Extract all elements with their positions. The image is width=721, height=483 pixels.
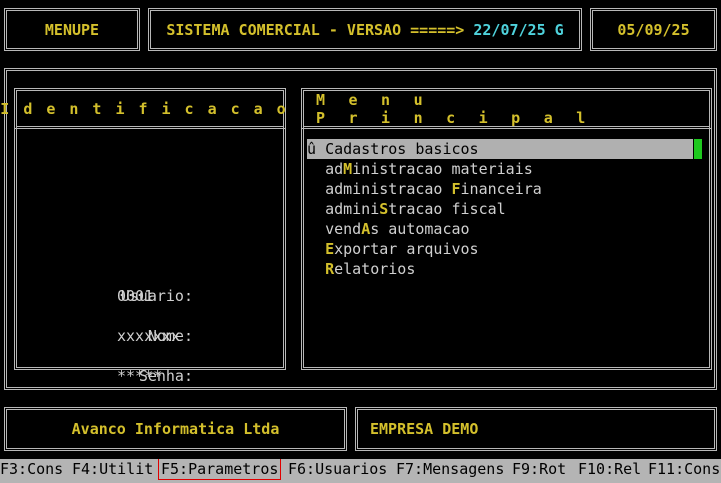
system-title-box: SISTEMA COMERCIAL - VERSAO =====> 22/07/… xyxy=(148,8,582,51)
function-key-f9[interactable]: F9:Rot xyxy=(512,459,566,479)
menu-item-hotkey: S xyxy=(379,200,389,218)
menu-item-text: administracao xyxy=(325,180,452,198)
menu-item-hotkey: C xyxy=(325,140,335,158)
company-name: Avanco Informatica Ltda xyxy=(71,420,280,438)
menu-item-prefix xyxy=(307,180,325,198)
program-name-box: MENUPE xyxy=(4,8,140,51)
nome-value[interactable]: xxxxxxx xyxy=(117,327,180,345)
menu-item-text: xportar arquivos xyxy=(334,240,479,258)
menu-item-text: adastros basicos xyxy=(334,140,479,158)
menu-item-text: admini xyxy=(325,200,380,218)
system-title: SISTEMA COMERCIAL - VERSAO =====> xyxy=(166,20,465,39)
menu-title: Menu Principal xyxy=(316,90,609,127)
menu-item-hotkey: M xyxy=(343,160,353,178)
identification-panel: Usuario: 0001 Nome: xxxxxxx Senha: ***** xyxy=(14,127,286,385)
menu-item-text: tracao fiscal xyxy=(388,200,506,218)
current-date: 05/09/25 xyxy=(617,20,690,39)
empresa-name: EMPRESA DEMO xyxy=(370,420,479,438)
menu-item-4[interactable]: vendAs automacao xyxy=(307,219,470,239)
date-box: 05/09/25 xyxy=(590,8,717,51)
menu-item-prefix xyxy=(307,220,325,238)
program-name: MENUPE xyxy=(44,20,100,39)
function-key-f5[interactable]: F5:Parametros xyxy=(158,459,282,480)
menu-item-hotkey: E xyxy=(325,240,335,258)
function-key-f4[interactable]: F4:Utilit xyxy=(72,459,153,479)
empresa-box: EMPRESA DEMO xyxy=(355,407,717,451)
menu-item-text: ad xyxy=(325,160,344,178)
menu-item-text: inanceira xyxy=(460,180,542,198)
menu-item-2[interactable]: administracao Financeira xyxy=(307,179,542,199)
menu-item-6[interactable]: Relatorios xyxy=(307,259,415,279)
function-key-f3[interactable]: F3:Cons xyxy=(0,459,63,479)
menu-title-box: Menu Principal xyxy=(301,88,712,129)
version-label: 22/07/25 G xyxy=(473,20,564,39)
menu-item-prefix xyxy=(307,260,325,278)
scroll-cursor xyxy=(694,139,702,159)
menu-item-prefix xyxy=(307,240,325,258)
function-key-bar: F3:Cons F4:Utilit F5:Parametros F6:Usuarios… xyxy=(0,459,721,483)
menu-item-text: elatorios xyxy=(334,260,416,278)
function-key-f10[interactable]: F10:Rel xyxy=(578,459,641,479)
company-box: Avanco Informatica Ltda xyxy=(4,407,347,451)
menu-item-1[interactable]: adMinistracao materiais xyxy=(307,159,533,179)
menu-item-text: s automacao xyxy=(370,220,470,238)
menu-item-text: vend xyxy=(325,220,362,238)
menu-item-hotkey: F xyxy=(451,180,461,198)
menu-item-0[interactable]: û Cadastros basicos xyxy=(307,139,693,159)
usuario-value[interactable]: 0001 xyxy=(117,287,153,305)
identification-title: Identificacao xyxy=(0,99,300,118)
menu-item-prefix: û xyxy=(307,140,326,158)
menu-item-5[interactable]: Exportar arquivos xyxy=(307,239,479,259)
menu-item-hotkey: R xyxy=(325,260,335,278)
function-key-f7[interactable]: F7:Mensagens xyxy=(396,459,504,479)
menu-item-3[interactable]: adminiStracao fiscal xyxy=(307,199,506,219)
identification-title-box: Identificacao xyxy=(0,88,286,129)
senha-value[interactable]: ***** xyxy=(117,367,162,385)
menu-item-hotkey: A xyxy=(361,220,371,238)
menu-item-prefix xyxy=(307,160,325,178)
menu-item-text: inistracao materiais xyxy=(352,160,533,178)
function-key-f11[interactable]: F11:Cons xyxy=(648,459,720,479)
function-key-f6[interactable]: F6:Usuarios xyxy=(288,459,387,479)
menu-item-prefix xyxy=(307,200,325,218)
